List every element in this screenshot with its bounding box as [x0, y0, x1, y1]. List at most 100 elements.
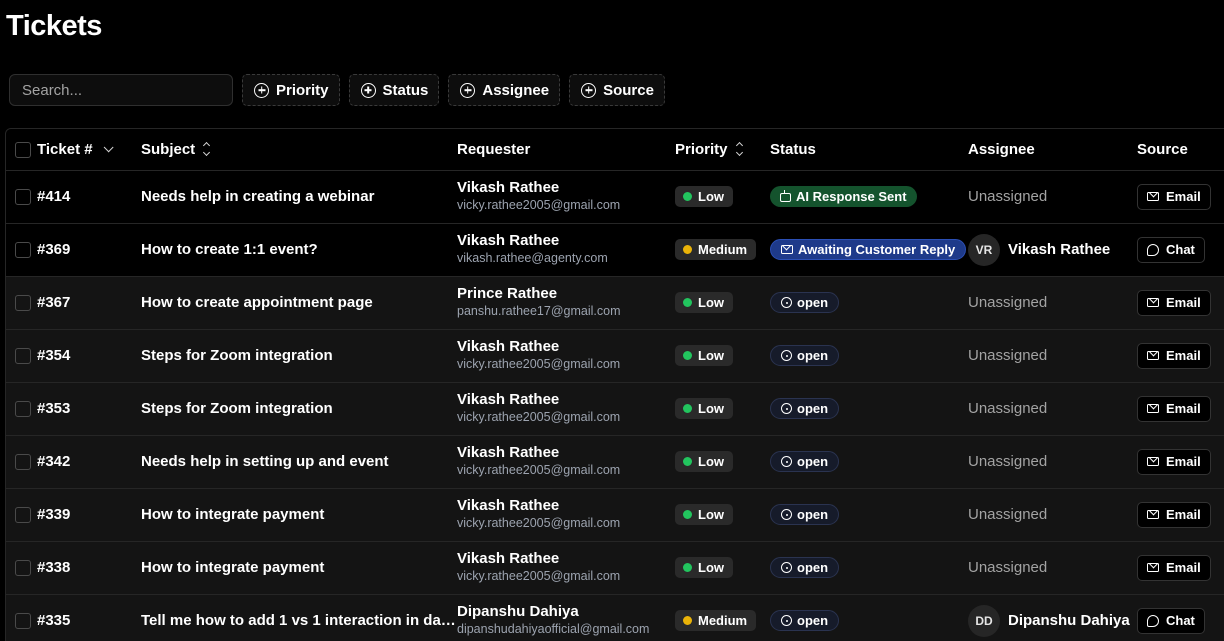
status-badge[interactable]: open [770, 292, 840, 313]
ticket-id[interactable]: #338 [37, 559, 70, 576]
status-badge[interactable]: Awaiting Customer Reply [770, 239, 967, 260]
assignee-cell[interactable]: Unassigned [968, 382, 1137, 435]
select-all-checkbox[interactable] [15, 141, 31, 158]
priority-badge[interactable]: Medium [675, 239, 757, 260]
table-row[interactable]: #342 Needs help in setting up and event Vi… [6, 435, 1224, 488]
status-badge[interactable]: open [770, 557, 840, 578]
assignee-cell[interactable]: Unassigned [968, 329, 1137, 382]
source-button[interactable]: Chat [1137, 236, 1205, 263]
assignee-cell[interactable]: VR Vikash Rathee [968, 223, 1137, 276]
ticket-subject[interactable]: How to create appointment page [141, 294, 457, 311]
priority-badge[interactable]: Low [675, 186, 733, 207]
table-row[interactable]: #414 Needs help in creating a webinar Vika… [6, 170, 1224, 223]
ticket-subject[interactable]: Steps for Zoom integration [141, 400, 457, 417]
priority-badge[interactable]: Low [675, 398, 733, 419]
filter-source-button[interactable]: Source [569, 74, 665, 106]
requester-email: vicky.rathee2005@gmail.com [457, 198, 621, 212]
source-button[interactable]: Email [1137, 183, 1211, 210]
assignee-cell[interactable]: DD Dipanshu Dahiya [968, 594, 1137, 641]
table-row[interactable]: #335 Tell me how to add 1 vs 1 interactio… [6, 594, 1224, 641]
ticket-id[interactable]: #354 [37, 347, 70, 364]
ticket-subject[interactable]: Needs help in setting up and event [141, 453, 457, 470]
ticket-subject[interactable]: How to integrate payment [141, 559, 457, 576]
source-label: Email [1166, 454, 1201, 469]
assignee-cell[interactable]: Unassigned [968, 435, 1137, 488]
table-row[interactable]: #369 How to create 1:1 event? Vikash Rathe… [6, 223, 1224, 276]
filter-label: Assignee [482, 81, 550, 99]
priority-badge[interactable]: Low [675, 292, 733, 313]
ticket-id-cell: #414 [37, 170, 141, 223]
status-badge[interactable]: open [770, 398, 840, 419]
status-badge[interactable]: AI Response Sent [770, 186, 917, 207]
table-row[interactable]: #339 How to integrate payment Vikash Rathe… [6, 488, 1224, 541]
source-button[interactable]: Chat [1137, 607, 1205, 634]
source-button[interactable]: Email [1137, 501, 1211, 528]
ticket-subject[interactable]: Tell me how to add 1 vs 1 interaction in… [141, 612, 457, 629]
status-badge[interactable]: open [770, 610, 840, 631]
assignee: VR Vikash Rathee [968, 233, 1110, 266]
assignee-cell[interactable]: Unassigned [968, 541, 1137, 594]
table-row[interactable]: #338 How to integrate payment Vikash Rathe… [6, 541, 1224, 594]
assignee-cell[interactable]: Unassigned [968, 170, 1137, 223]
row-checkbox[interactable] [15, 560, 31, 577]
requester-name: Vikash Rathee [457, 550, 560, 567]
header-subject[interactable]: Subject [141, 129, 457, 171]
filter-status-button[interactable]: Status [348, 74, 440, 106]
ticket-subject[interactable]: How to create 1:1 event? [141, 241, 457, 258]
source-button[interactable]: Email [1137, 289, 1211, 316]
priority-label: Low [698, 454, 724, 469]
row-select-cell [6, 276, 37, 329]
ticket-id[interactable]: #369 [37, 241, 70, 258]
row-checkbox[interactable] [15, 189, 31, 206]
source-cell: Email [1137, 170, 1223, 223]
priority-dot [683, 563, 692, 572]
table-row[interactable]: #353 Steps for Zoom integration Vikash Rat… [6, 382, 1224, 435]
row-checkbox[interactable] [15, 401, 31, 418]
row-checkbox[interactable] [15, 507, 31, 524]
source-label: Email [1166, 401, 1201, 416]
assignee-unassigned: Unassigned [968, 294, 1048, 311]
source-button[interactable]: Email [1137, 554, 1211, 581]
requester-email: vicky.rathee2005@gmail.com [457, 410, 621, 424]
status-label: open [797, 613, 829, 628]
ticket-id[interactable]: #342 [37, 453, 70, 470]
ticket-id[interactable]: #414 [37, 188, 70, 205]
header-priority[interactable]: Priority [675, 129, 770, 171]
filter-label: Status [382, 81, 429, 99]
table-row[interactable]: #354 Steps for Zoom integration Vikash Rat… [6, 329, 1224, 382]
assignee-cell[interactable]: Unassigned [968, 276, 1137, 329]
status-badge[interactable]: open [770, 345, 840, 366]
search-input[interactable] [9, 74, 233, 106]
priority-label: Low [698, 401, 724, 416]
filter-assignee-button[interactable]: Assignee [448, 74, 561, 106]
filter-priority-button[interactable]: Priority [242, 74, 340, 106]
ticket-subject[interactable]: Needs help in creating a webinar [141, 188, 457, 205]
table-row[interactable]: #367 How to create appointment page Prince… [6, 276, 1224, 329]
priority-badge[interactable]: Low [675, 504, 733, 525]
source-button[interactable]: Email [1137, 395, 1211, 422]
assignee-cell[interactable]: Unassigned [968, 488, 1137, 541]
header-ticket[interactable]: Ticket # [37, 129, 141, 171]
status-badge[interactable]: open [770, 504, 840, 525]
requester-email: dipanshudahiyaofficial@gmail.com [457, 622, 650, 636]
ticket-id[interactable]: #339 [37, 506, 70, 523]
row-checkbox[interactable] [15, 348, 31, 365]
ticket-subject[interactable]: Steps for Zoom integration [141, 347, 457, 364]
row-checkbox[interactable] [15, 295, 31, 312]
row-checkbox[interactable] [15, 242, 31, 259]
ticket-id[interactable]: #367 [37, 294, 70, 311]
priority-badge[interactable]: Low [675, 557, 733, 578]
priority-badge[interactable]: Medium [675, 610, 757, 631]
priority-cell: Medium [675, 594, 770, 641]
row-checkbox[interactable] [15, 454, 31, 471]
source-button[interactable]: Email [1137, 448, 1211, 475]
ticket-id[interactable]: #353 [37, 400, 70, 417]
ticket-subject[interactable]: How to integrate payment [141, 506, 457, 523]
source-label: Chat [1166, 242, 1195, 257]
priority-badge[interactable]: Low [675, 345, 733, 366]
row-checkbox[interactable] [15, 613, 31, 630]
source-button[interactable]: Email [1137, 342, 1211, 369]
priority-badge[interactable]: Low [675, 451, 733, 472]
ticket-id[interactable]: #335 [37, 612, 70, 629]
status-badge[interactable]: open [770, 451, 840, 472]
